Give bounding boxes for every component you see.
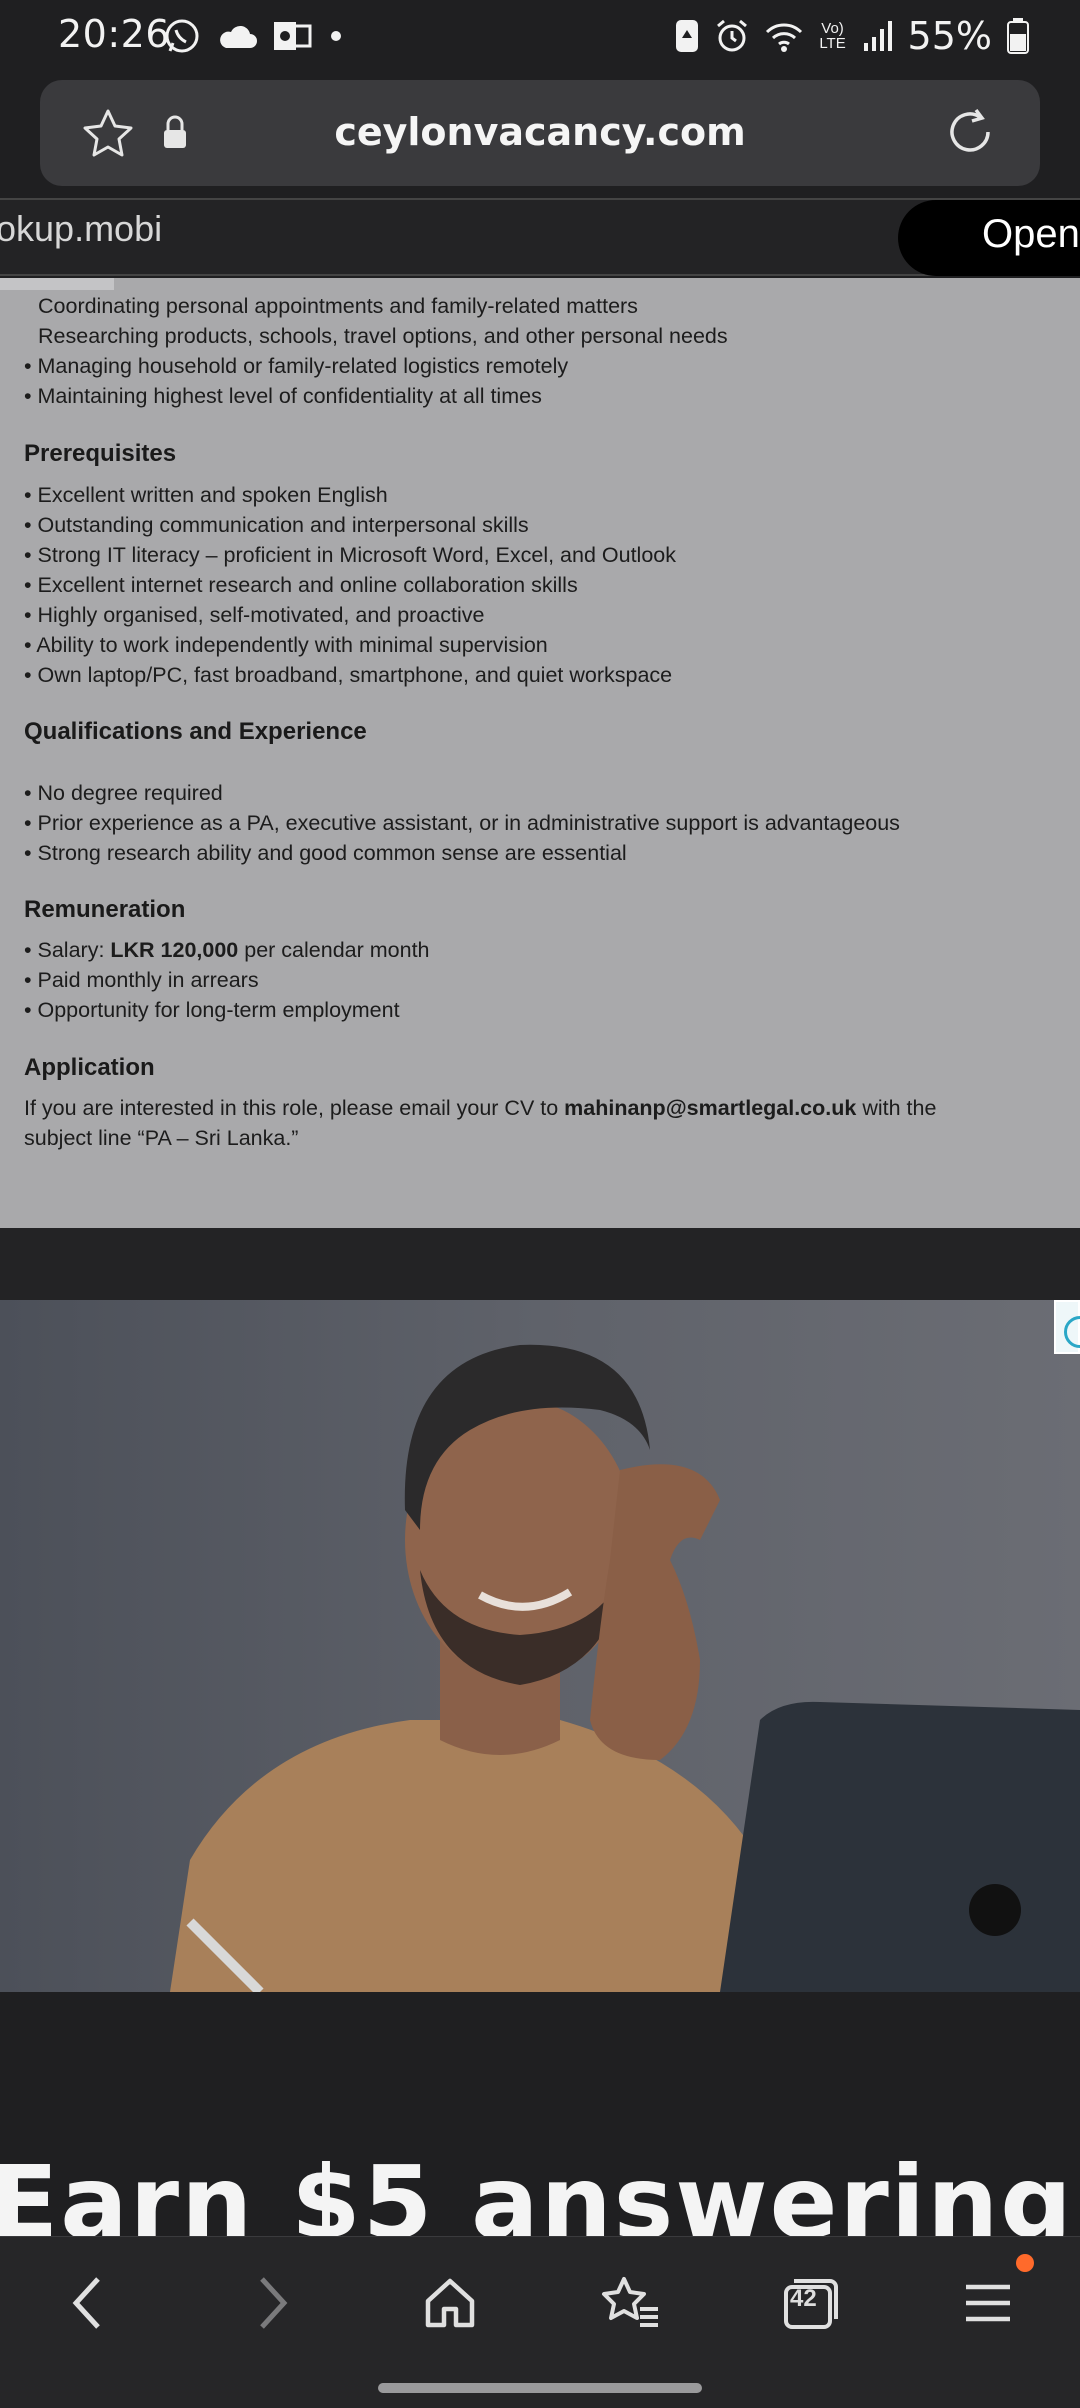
whatsapp-icon bbox=[165, 19, 199, 53]
ad-image[interactable] bbox=[0, 1300, 1080, 1992]
gesture-home-indicator[interactable] bbox=[378, 2383, 702, 2393]
battery-icon bbox=[1007, 18, 1029, 54]
qualification-item: • Strong research ability and good commo… bbox=[24, 841, 627, 865]
ad-headline-area[interactable]: Earn $5 answering bbox=[0, 1992, 1080, 2236]
status-bar: 20:26 Vo) LTE 55% bbox=[0, 0, 1080, 76]
duty-item: Coordinating personal appointments and f… bbox=[38, 294, 638, 318]
notification-icons bbox=[162, 16, 346, 56]
system-status: Vo) LTE 55% bbox=[674, 14, 1030, 58]
salary-line: • Salary: LKR 120,000 per calendar month bbox=[24, 938, 430, 963]
bookmarks-button[interactable] bbox=[590, 2263, 670, 2343]
application-heading: Application bbox=[24, 1054, 155, 1081]
qualification-item: • Prior experience as a PA, executive as… bbox=[24, 811, 900, 835]
ad-photo-man-thinking bbox=[0, 1300, 1080, 1992]
reload-icon[interactable] bbox=[940, 102, 1000, 162]
qualification-item: • No degree required bbox=[24, 781, 223, 805]
signal-icon bbox=[863, 21, 892, 51]
prerequisite-item: • Own laptop/PC, fast broadband, smartph… bbox=[24, 663, 673, 687]
alarm-icon bbox=[716, 19, 747, 52]
status-time: 20:26 bbox=[58, 12, 171, 56]
remuneration-item: • Paid monthly in arrears bbox=[24, 968, 259, 992]
ad-domain: okup.mobi bbox=[0, 208, 163, 249]
ad-banner[interactable]: okup.mobi Open bbox=[0, 198, 1080, 276]
article-content: Coordinating personal appointments and f… bbox=[0, 278, 1080, 1228]
qualifications-heading: Qualifications and Experience bbox=[24, 718, 367, 745]
back-button[interactable] bbox=[48, 2263, 128, 2343]
application-text: If you are interested in this role, plea… bbox=[24, 1096, 936, 1121]
prerequisite-item: • Excellent written and spoken English bbox=[24, 483, 388, 507]
forward-arrow-icon bbox=[260, 2277, 288, 2329]
outlook-icon bbox=[274, 22, 312, 50]
prerequisite-item: • Highly organised, self-motivated, and … bbox=[24, 603, 485, 627]
home-icon bbox=[425, 2278, 475, 2328]
prerequisite-item: • Outstanding communication and interper… bbox=[24, 513, 529, 537]
remuneration-item: • Opportunity for long-term employment bbox=[24, 998, 400, 1022]
salary-suffix: per calendar month bbox=[238, 938, 430, 962]
home-button[interactable] bbox=[410, 2263, 490, 2343]
duty-item: Researching products, schools, travel op… bbox=[38, 324, 728, 348]
application-email[interactable]: mahinanp@smartlegal.co.uk bbox=[564, 1096, 856, 1120]
content-tab bbox=[0, 278, 114, 290]
address-bar[interactable]: ceylonvacancy.com bbox=[40, 80, 1040, 186]
battery-percentage: 55% bbox=[907, 14, 992, 58]
cloud-icon bbox=[220, 25, 257, 48]
network-type-label: Vo) LTE bbox=[819, 20, 846, 52]
hamburger-menu-icon bbox=[966, 2284, 1010, 2322]
remuneration-heading: Remuneration bbox=[24, 896, 186, 923]
ad-open-button[interactable]: Open bbox=[898, 200, 1080, 276]
menu-button[interactable] bbox=[948, 2263, 1028, 2343]
tabs-button[interactable]: 42 bbox=[770, 2263, 850, 2343]
forward-button[interactable] bbox=[232, 2263, 312, 2343]
prerequisite-item: • Strong IT literacy – proficient in Mic… bbox=[24, 543, 677, 567]
salary-prefix: • Salary: bbox=[24, 938, 111, 962]
prerequisite-item: • Excellent internet research and online… bbox=[24, 573, 578, 597]
ad-headline[interactable]: Earn $5 answering bbox=[0, 2144, 1074, 2236]
prerequisite-item: • Ability to work independently with min… bbox=[24, 633, 548, 657]
wifi-icon bbox=[765, 23, 802, 52]
ad-choices-icon[interactable] bbox=[1054, 1300, 1080, 1354]
page-spacer bbox=[0, 1228, 1080, 1300]
browser-bottom-nav: 42 bbox=[0, 2236, 1080, 2408]
back-arrow-icon bbox=[72, 2277, 100, 2329]
bookmarks-star-list-icon bbox=[602, 2277, 658, 2327]
screenshot-icon bbox=[675, 20, 698, 52]
duty-item: • Maintaining highest level of confident… bbox=[24, 384, 542, 408]
application-suffix: with the bbox=[856, 1096, 937, 1120]
application-prefix: If you are interested in this role, plea… bbox=[24, 1096, 565, 1120]
more-notifications-dot-icon bbox=[331, 31, 341, 41]
salary-amount: LKR 120,000 bbox=[110, 938, 239, 962]
application-text-line2: subject line “PA – Sri Lanka.” bbox=[24, 1126, 299, 1150]
duty-item: • Managing household or family-related l… bbox=[24, 354, 569, 378]
prerequisites-heading: Prerequisites bbox=[24, 440, 177, 467]
menu-notification-dot bbox=[1016, 2254, 1034, 2272]
tabs-count: 42 bbox=[790, 2285, 817, 2312]
url-text[interactable]: ceylonvacancy.com bbox=[40, 110, 1040, 154]
